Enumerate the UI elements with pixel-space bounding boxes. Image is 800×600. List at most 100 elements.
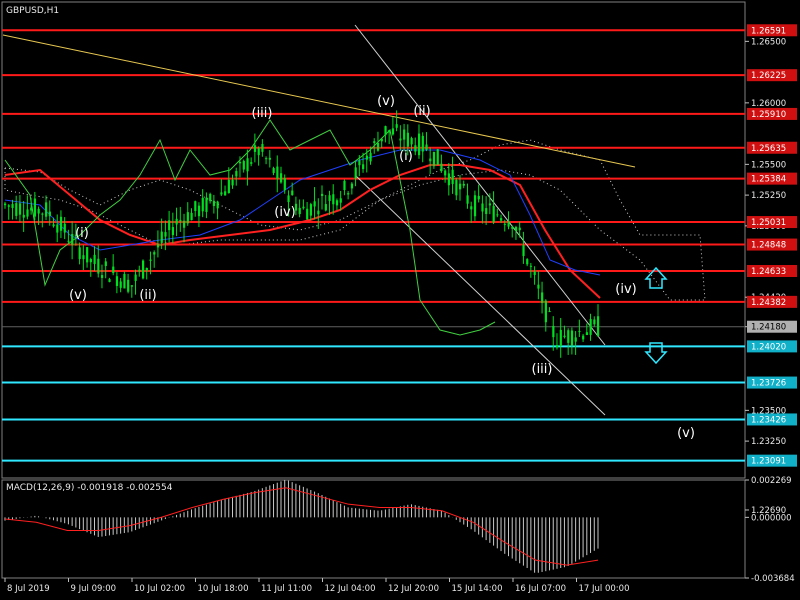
candle-body: [67, 240, 70, 242]
candle-body: [194, 201, 197, 212]
candle-body: [149, 259, 152, 261]
level-badge-label-12: 1.23091: [751, 457, 786, 467]
candle-body: [440, 163, 443, 172]
candle-body: [395, 124, 398, 128]
candle-body: [384, 126, 387, 136]
channel-lower: [354, 174, 606, 416]
wave-label-7: (i): [399, 149, 413, 164]
candle-body: [526, 259, 529, 265]
time-tick-label-6: 12 Jul 20:00: [388, 584, 439, 594]
cloud-area-0: [4, 139, 706, 301]
candle-body: [279, 173, 283, 183]
candle-body: [313, 201, 316, 207]
time-tick-label-8: 16 Jul 07:00: [515, 584, 566, 594]
candle-body: [261, 144, 264, 152]
price-tick-label-0: 1.26500: [751, 37, 786, 47]
candle-body: [257, 148, 260, 156]
candle-body: [403, 129, 406, 140]
candle-body: [212, 200, 216, 207]
candle-body: [358, 160, 361, 166]
level-badge-label-1: 1.26225: [751, 71, 786, 81]
candle-body: [97, 258, 100, 274]
candle-body: [190, 212, 193, 221]
price-chart: (i) (v) (ii) (iii) (iv) (v) (ii) (i) (iii) (iv) (v…: [1, 1, 797, 594]
symbol-title: GBPUSD,H1: [6, 6, 59, 16]
level-badge-label-5: 1.25031: [751, 218, 786, 228]
candle-body: [227, 179, 230, 194]
price-axis: 1.265001.260001.255001.252501.250001.244…: [745, 24, 797, 516]
candle-body: [283, 178, 286, 191]
time-tick-label-1: 9 Jul 09:00: [71, 584, 117, 594]
candle-body: [127, 279, 130, 292]
candle-body: [115, 276, 119, 286]
candle-body: [238, 161, 242, 164]
candle-body: [417, 133, 421, 156]
candle-body: [488, 203, 492, 206]
candle-body: [343, 180, 346, 191]
candle-body: [555, 344, 559, 348]
candle-body: [473, 195, 477, 217]
candle-body: [276, 166, 279, 179]
candle-body: [354, 167, 357, 179]
candle-body: [574, 337, 577, 342]
candle-body: [589, 319, 592, 335]
candle-body: [160, 231, 163, 243]
current-price-label: 1.24180: [751, 323, 786, 333]
candle-body: [391, 128, 395, 135]
candle-body: [593, 319, 596, 325]
level-badge-label-7: 1.24633: [751, 267, 786, 277]
candle-body: [503, 223, 506, 225]
candle-body: [324, 204, 327, 211]
candle-body: [41, 213, 44, 215]
candle-body: [186, 212, 189, 224]
candle-body: [507, 221, 510, 227]
candle-body: [224, 191, 227, 196]
candle-body: [86, 247, 89, 263]
candle-body: [518, 227, 521, 231]
candle-body: [15, 203, 18, 216]
indicator-lines: [2, 24, 636, 416]
price-tick-label-8: 1.23250: [751, 437, 786, 447]
wave-label-8: (iii): [532, 362, 553, 377]
candle-body: [436, 149, 439, 165]
candle-body: [33, 198, 37, 217]
candle-body: [265, 158, 268, 160]
candle-body: [179, 219, 182, 222]
candle-body: [332, 194, 335, 205]
candle-body: [582, 335, 585, 340]
level-badge-label-11: 1.23426: [751, 415, 786, 425]
candle-body: [168, 220, 171, 231]
candle-body: [22, 214, 25, 218]
ichimoku-cloud: [4, 139, 706, 301]
candle-body: [71, 233, 74, 245]
candle-body: [30, 207, 33, 211]
candle-body: [380, 138, 383, 142]
candle-body: [235, 171, 238, 177]
candle-body: [291, 190, 294, 196]
candle-body: [156, 243, 160, 248]
candle-body: [514, 226, 518, 232]
candle-body: [205, 197, 208, 212]
wave-label-4: (iv): [274, 205, 295, 220]
time-tick-label-5: 12 Jul 04:00: [325, 584, 376, 594]
macd-signal-line: [4, 487, 599, 566]
candle-body: [466, 195, 469, 204]
candle-body: [541, 292, 544, 304]
candle-body: [242, 160, 245, 170]
candle-body: [425, 144, 428, 150]
candle-body: [414, 145, 417, 152]
candle-body: [78, 247, 81, 260]
wave-label-2: (ii): [139, 288, 156, 303]
candle-body: [421, 135, 424, 152]
candle-body: [544, 300, 547, 323]
candle-body: [529, 265, 533, 267]
candle-body: [578, 330, 581, 332]
candle-body: [287, 195, 290, 203]
candle-body: [447, 173, 451, 186]
wave-label-0: (i): [75, 226, 89, 241]
candle-body: [597, 316, 600, 336]
candle-body: [567, 330, 570, 343]
macd-tick-label-0: 0.002269: [751, 476, 792, 486]
wave-label-9: (iv): [615, 282, 636, 297]
wave-label-3: (iii): [252, 106, 273, 121]
